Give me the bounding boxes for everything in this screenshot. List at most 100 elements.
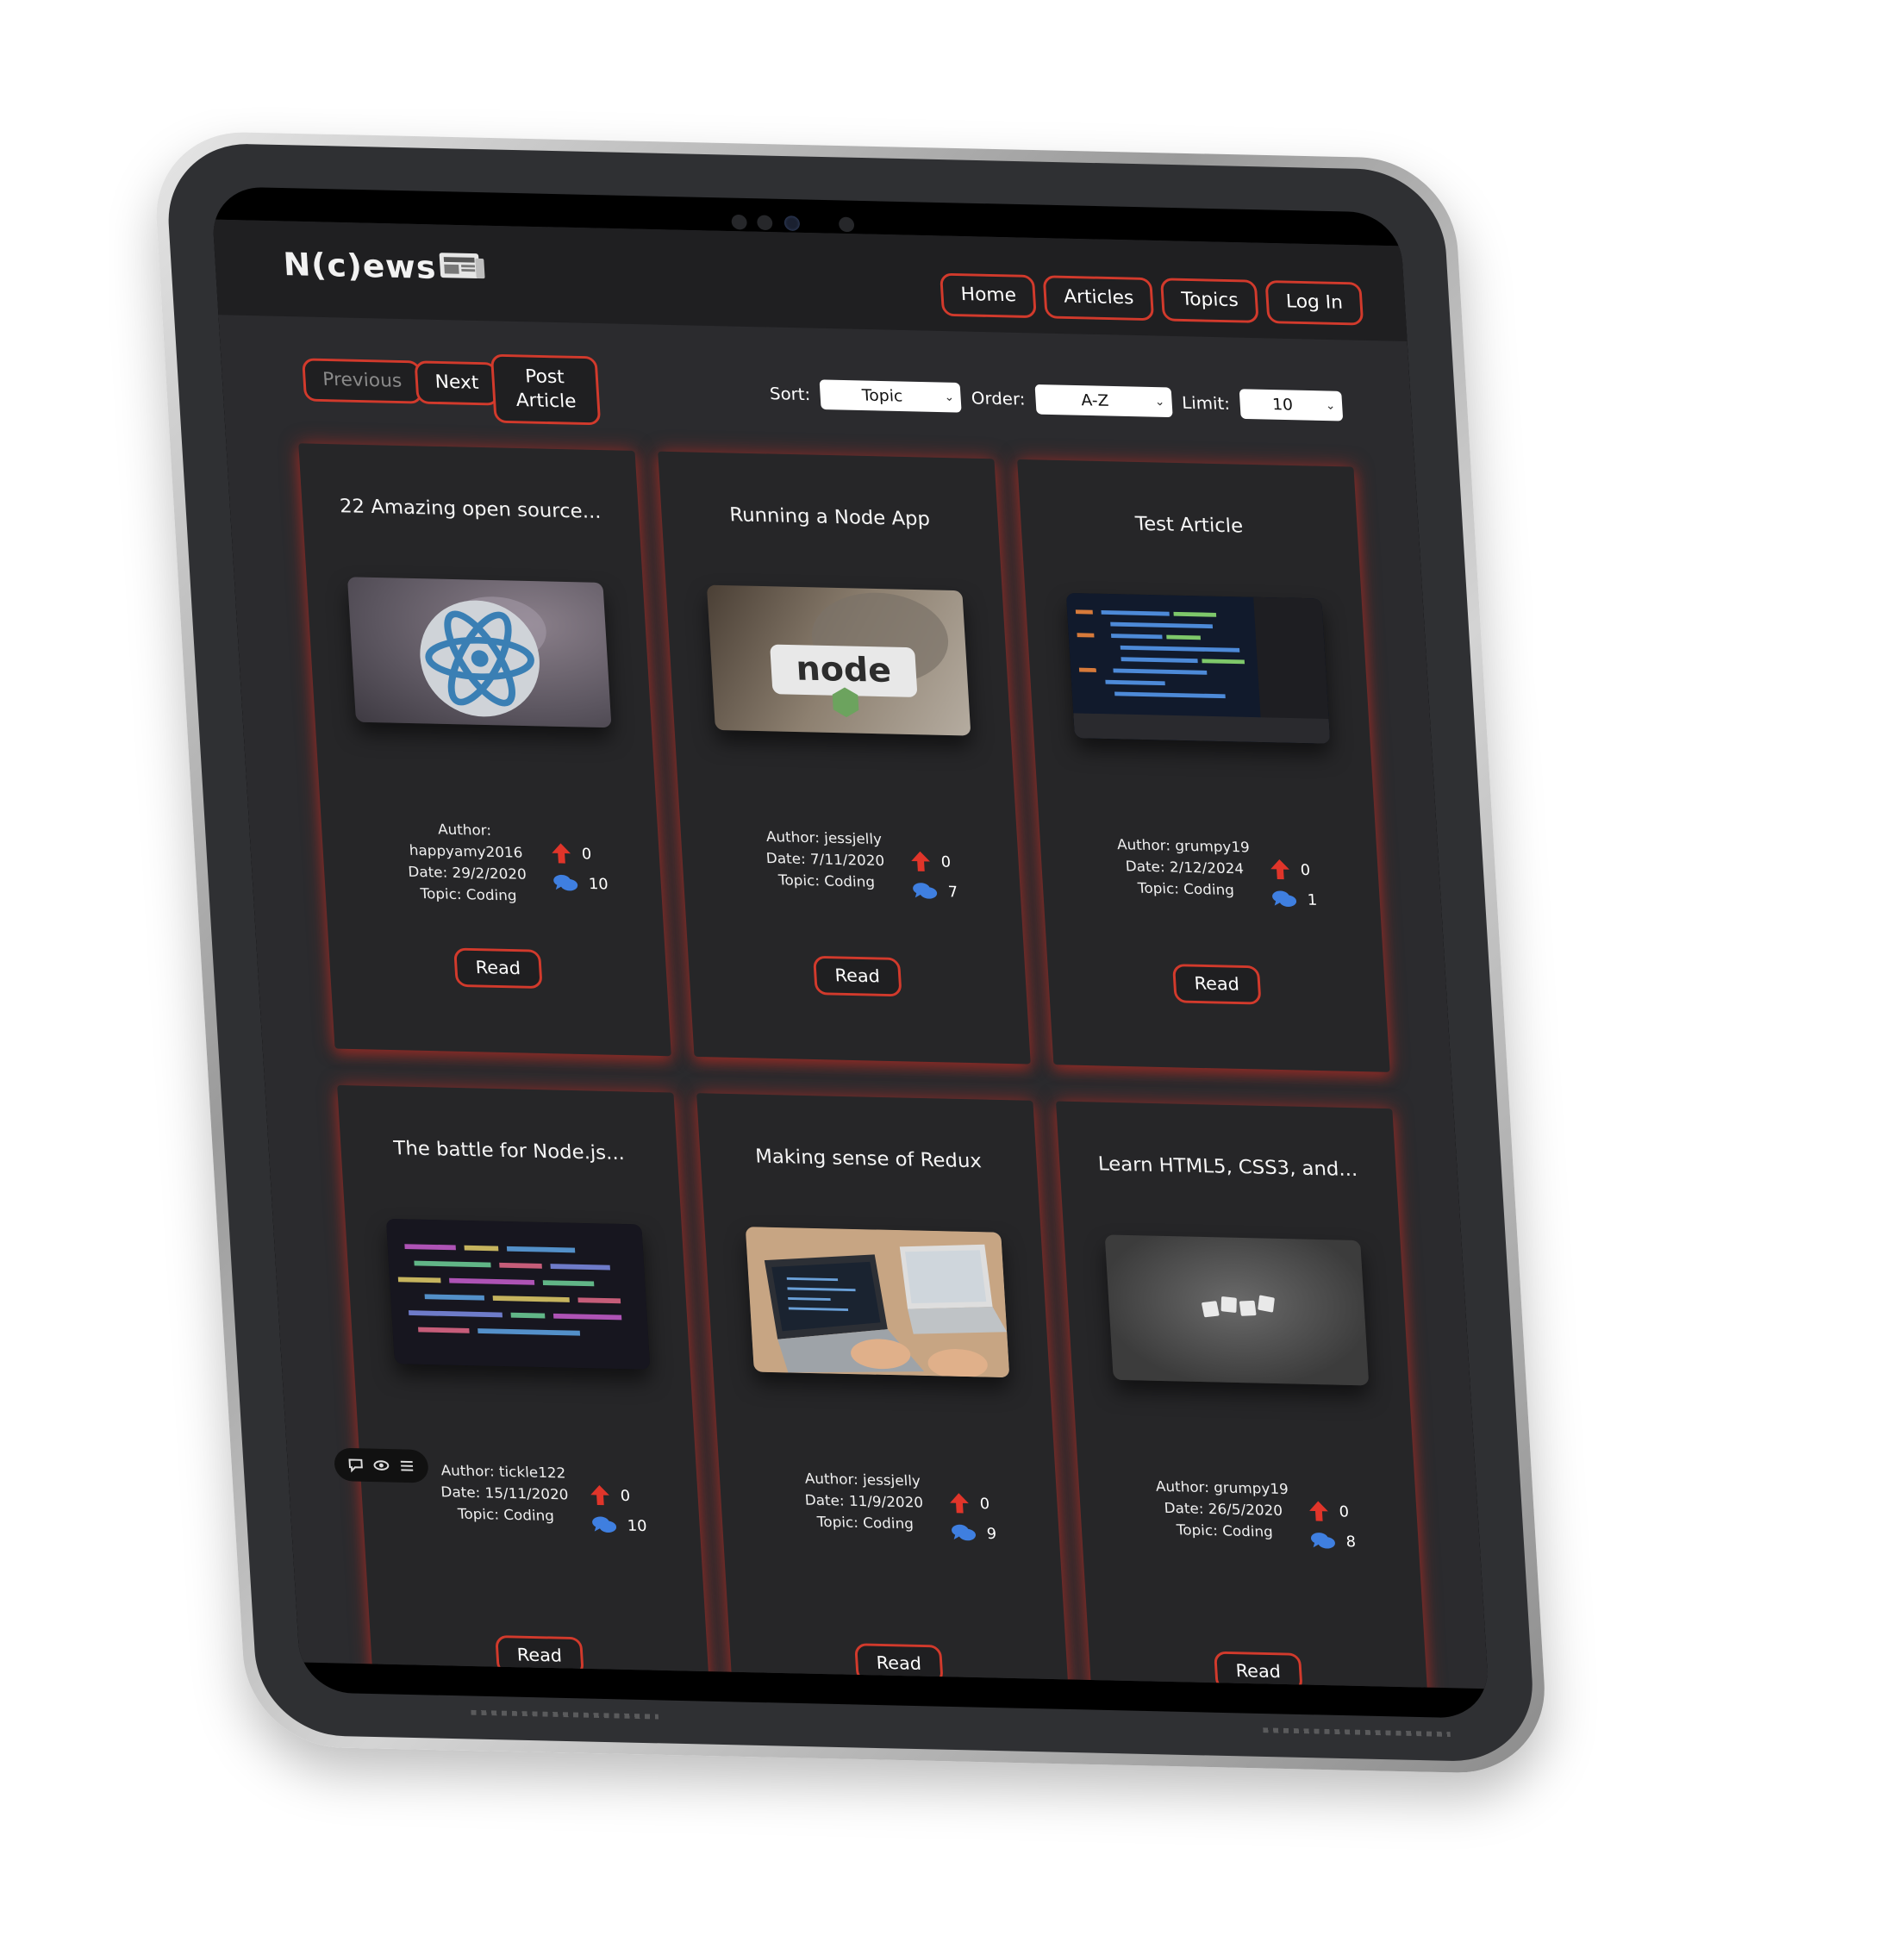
comment-count: 7 <box>911 876 958 907</box>
article-title[interactable]: Running a Node App <box>661 503 999 532</box>
post-article-label-2: Article <box>515 390 577 412</box>
comments-value: 9 <box>986 1525 997 1543</box>
article-title[interactable]: Test Article <box>1021 511 1358 540</box>
article-image-code-screen <box>1065 592 1331 744</box>
article-stats: 0 7 <box>909 846 958 907</box>
article-title[interactable]: The battle for Node.js... <box>340 1137 678 1166</box>
article-stats: 0 10 <box>550 838 609 899</box>
article-card: Making sense of Redux Author: jessjelly … <box>696 1093 1070 1689</box>
vote-count: 0 <box>909 846 957 877</box>
post-article-button[interactable]: Post Article <box>490 353 601 426</box>
comment-count: 10 <box>552 868 609 899</box>
article-stats: 0 10 <box>589 1480 647 1541</box>
menu-icon[interactable] <box>398 1458 416 1475</box>
article-meta: Author: grumpy19 Date: 26/5/2020 Topic: … <box>1136 1476 1310 1544</box>
comments-icon <box>553 874 578 891</box>
read-button[interactable]: Read <box>1171 964 1262 1005</box>
arrow-up-icon[interactable] <box>589 1484 610 1507</box>
list-controls: Previous Next Post Article Sort: Topic ⌄… <box>302 350 1345 440</box>
comment-count: 9 <box>950 1518 997 1549</box>
comments-icon <box>592 1516 617 1533</box>
nav-articles[interactable]: Articles <box>1043 275 1155 322</box>
article-topic: Topic: Coding <box>457 1506 555 1525</box>
vote-count: 0 <box>1269 854 1316 885</box>
article-image-colorful-code <box>385 1218 651 1370</box>
logo-text[interactable]: N(c)ews <box>282 246 437 285</box>
article-topic: Topic: Coding <box>420 885 518 905</box>
article-topic: Topic: Coding <box>1176 1521 1274 1541</box>
votes-value: 0 <box>1339 1502 1350 1521</box>
order-label: Order: <box>971 388 1027 409</box>
sensor-dot <box>756 215 773 231</box>
read-button[interactable]: Read <box>853 1643 944 1684</box>
app-screen: N(c)ews Home Articles Topics Log In Prev… <box>212 219 1489 1689</box>
arrow-up-icon[interactable] <box>948 1492 970 1514</box>
article-grid: 22 Amazing open source... Author: happya… <box>298 443 1429 1689</box>
read-button[interactable]: Read <box>453 947 543 990</box>
vote-count: 0 <box>589 1480 646 1511</box>
arrow-up-icon[interactable] <box>1269 859 1290 881</box>
article-image-nodejs: node <box>706 584 971 736</box>
read-button[interactable]: Read <box>812 955 902 997</box>
comments-value: 10 <box>588 875 609 893</box>
article-stats: 0 1 <box>1269 854 1318 915</box>
article-image-react <box>346 577 612 728</box>
chevron-down-icon: ⌄ <box>1325 399 1336 413</box>
sort-label: Sort: <box>769 383 811 404</box>
article-title[interactable]: Making sense of Redux <box>700 1145 1038 1174</box>
arrow-up-icon[interactable] <box>551 842 572 865</box>
article-stats: 0 8 <box>1308 1496 1357 1557</box>
votes-value: 0 <box>581 845 592 863</box>
comments-icon <box>1272 890 1297 907</box>
eye-icon[interactable] <box>372 1457 390 1474</box>
article-card: 22 Amazing open source... Author: happya… <box>298 443 671 1057</box>
arrow-up-icon[interactable] <box>1308 1500 1329 1522</box>
article-meta: Author: tickle122 Date: 15/11/2020 Topic… <box>417 1459 591 1527</box>
sensor-dot <box>838 216 855 233</box>
main-nav: Home Articles Topics Log In <box>940 272 1364 326</box>
order-select[interactable]: A-Z ⌄ <box>1034 384 1173 418</box>
article-topic: Topic: Coding <box>777 871 876 891</box>
article-date: Date: 15/11/2020 <box>440 1483 570 1504</box>
limit-label: Limit: <box>1181 392 1231 414</box>
sensor-dot <box>731 214 748 230</box>
article-author: Author: grumpy19 <box>1155 1478 1289 1498</box>
limit-select[interactable]: 10 ⌄ <box>1239 389 1344 421</box>
comments-icon <box>952 1524 977 1541</box>
read-button[interactable]: Read <box>494 1635 585 1677</box>
comments-value: 7 <box>947 883 958 901</box>
article-title[interactable]: Learn HTML5, CSS3, and... <box>1059 1152 1397 1182</box>
article-card: The battle for Node.js... Author: tickle… <box>337 1084 710 1689</box>
article-card: Running a Node App node Author: jessjell… <box>658 451 1031 1065</box>
comments-value: 1 <box>1307 890 1318 909</box>
article-author: Author: grumpy19 <box>1116 836 1251 857</box>
order-value: A-Z <box>1080 390 1110 410</box>
chevron-down-icon: ⌄ <box>1154 395 1165 409</box>
comment-count: 10 <box>590 1510 647 1541</box>
article-image-html-tiles <box>1104 1234 1370 1386</box>
article-title[interactable]: 22 Amazing open source... <box>302 495 640 524</box>
post-article-label-1: Post <box>524 366 565 389</box>
arrow-up-icon[interactable] <box>910 850 932 872</box>
article-meta: Author: grumpy19 Date: 2/12/2024 Topic: … <box>1097 834 1271 902</box>
votes-value: 0 <box>1300 860 1311 879</box>
sort-value: Topic <box>861 386 903 406</box>
chevron-down-icon: ⌄ <box>944 390 955 404</box>
read-button[interactable]: Read <box>1213 1651 1303 1689</box>
comments-icon <box>913 883 938 899</box>
article-image-laptops <box>745 1227 1010 1378</box>
next-button[interactable]: Next <box>414 360 500 406</box>
previous-button[interactable]: Previous <box>302 358 423 404</box>
sort-select[interactable]: Topic ⌄ <box>819 379 963 413</box>
nav-topics[interactable]: Topics <box>1160 278 1259 323</box>
article-meta: Author: happyamy2016 Date: 29/2/2020 Top… <box>379 818 555 908</box>
chat-bubble-icon[interactable] <box>346 1457 365 1474</box>
comments-value: 8 <box>1345 1533 1357 1551</box>
vote-count: 0 <box>1308 1496 1355 1527</box>
newspaper-icon <box>439 253 485 279</box>
nav-home[interactable]: Home <box>940 272 1038 319</box>
article-meta: Author: jessjelly Date: 7/11/2020 Topic:… <box>738 826 912 894</box>
article-stats: 0 9 <box>948 1488 997 1548</box>
article-topic: Topic: Coding <box>1137 880 1235 899</box>
nav-login[interactable]: Log In <box>1264 280 1364 326</box>
